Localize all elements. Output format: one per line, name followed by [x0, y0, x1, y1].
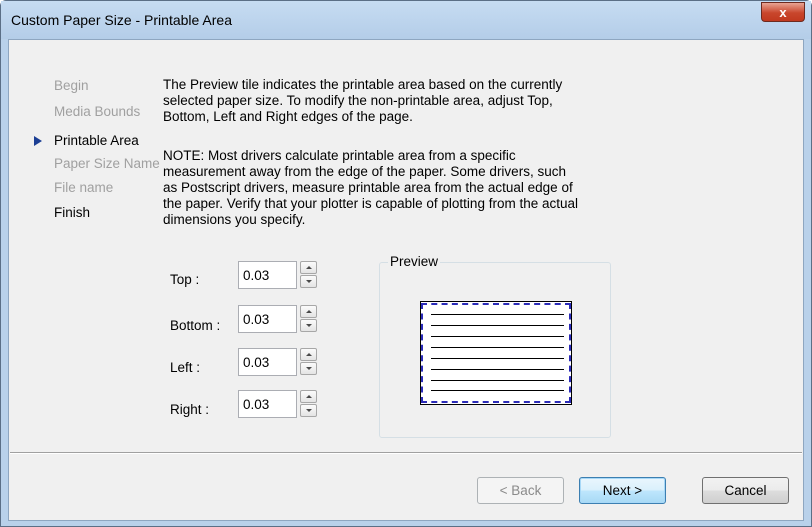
right-label: Right : — [170, 402, 210, 417]
description-paragraph-1: The Preview tile indicates the printable… — [163, 77, 563, 124]
dialog-window: Custom Paper Size - Printable Area x Beg… — [0, 0, 812, 527]
spin-down-icon — [305, 409, 312, 412]
close-icon: x — [779, 4, 787, 20]
top-margin-spinner — [300, 261, 317, 289]
bottom-spin-up-button[interactable] — [300, 305, 317, 318]
close-button[interactable]: x — [761, 2, 805, 22]
preview-text-line — [431, 314, 564, 315]
spin-up-icon — [305, 353, 312, 356]
preview-text-line — [431, 358, 564, 359]
spin-down-icon — [305, 367, 312, 370]
bottom-spin-down-button[interactable] — [300, 319, 317, 332]
step-media-bounds: Media Bounds — [54, 104, 141, 119]
top-margin-input[interactable] — [238, 261, 297, 289]
top-spin-up-button[interactable] — [300, 261, 317, 274]
left-spin-down-button[interactable] — [300, 362, 317, 375]
top-label: Top : — [170, 272, 200, 287]
preview-text-line — [431, 390, 564, 391]
left-label: Left : — [170, 360, 201, 375]
right-spin-up-button[interactable] — [300, 390, 317, 403]
step-file-name: File name — [54, 180, 114, 195]
step-paper-size-name: Paper Size Name — [54, 156, 160, 171]
spin-up-icon — [305, 395, 312, 398]
preview-text-line — [431, 325, 564, 326]
printable-area-outline — [421, 303, 571, 403]
step-begin: Begin — [54, 78, 89, 93]
preview-paper — [420, 301, 572, 405]
cancel-button[interactable]: Cancel — [702, 477, 789, 504]
right-spin-down-button[interactable] — [300, 404, 317, 417]
description-paragraph-2: NOTE: Most drivers calculate printable a… — [163, 148, 578, 227]
preview-group: Preview — [379, 254, 611, 438]
left-margin-spinner — [300, 348, 317, 376]
dialog-client-area: Begin Media Bounds Printable Area Paper … — [8, 39, 804, 521]
preview-text-line — [431, 347, 564, 348]
spin-up-icon — [305, 310, 312, 313]
preview-text-line — [431, 336, 564, 337]
preview-legend: Preview — [388, 254, 441, 269]
left-margin-input[interactable] — [238, 348, 297, 376]
title-bar[interactable]: Custom Paper Size - Printable Area x — [1, 1, 811, 39]
preview-text-line — [431, 380, 564, 381]
top-spin-down-button[interactable] — [300, 275, 317, 288]
spin-up-icon — [305, 266, 312, 269]
next-button[interactable]: Next > — [579, 477, 666, 504]
preview-text-line — [431, 369, 564, 370]
footer-separator — [10, 452, 802, 454]
spin-down-icon — [305, 280, 312, 283]
right-margin-spinner — [300, 390, 317, 418]
step-printable-area: Printable Area — [54, 133, 139, 148]
right-margin-input[interactable] — [238, 390, 297, 418]
window-title: Custom Paper Size - Printable Area — [11, 12, 232, 28]
bottom-label: Bottom : — [170, 318, 221, 333]
spin-down-icon — [305, 324, 312, 327]
triangle-right-icon — [34, 136, 42, 146]
left-spin-up-button[interactable] — [300, 348, 317, 361]
step-finish: Finish — [54, 205, 91, 220]
bottom-margin-spinner — [300, 305, 317, 333]
bottom-margin-input[interactable] — [238, 305, 297, 333]
back-button[interactable]: < Back — [477, 477, 564, 504]
